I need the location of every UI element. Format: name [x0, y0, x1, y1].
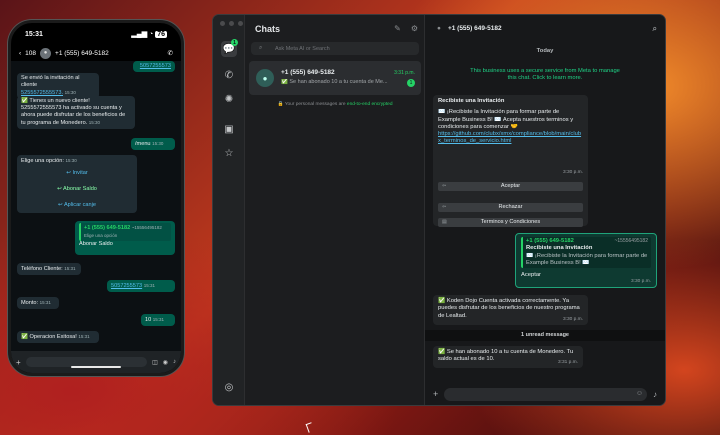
quoted-message[interactable]: +1 (555) 649-5182 ~15556495182 Recibiste… [521, 237, 651, 269]
search-icon[interactable]: ⌕ [653, 24, 657, 34]
unread-badge: 1 [407, 79, 415, 87]
system-message[interactable]: This business uses a secure service from… [465, 68, 625, 82]
plus-icon[interactable]: + [16, 358, 21, 367]
chat-preview: ✅ Se han abonado 10 a tu cuenta de Me... [281, 79, 388, 85]
list-item: 10 15:31 [141, 314, 175, 326]
chat-list-panel: Chats ✎ ⚙ ⌕ Ask Meta AI or Search ● +1 (… [245, 15, 425, 405]
terms-button[interactable]: ▤ Terminos y Condiciones [438, 218, 583, 227]
emoji-icon[interactable]: ☺ [636, 390, 643, 397]
starred-icon[interactable]: ☆ [221, 145, 237, 161]
page-title: Chats [255, 24, 281, 34]
meta-ai-icon[interactable]: ◎ [221, 379, 237, 395]
list-item: 5057255573 [133, 61, 175, 72]
list-item: ✅ Tienes un nuevo cliente! 5255572555573… [17, 96, 135, 129]
archive-icon[interactable]: ▣ [221, 121, 237, 137]
microphone-icon[interactable]: ♪ [653, 390, 657, 399]
list-item: ✅ Koden Dojo Cuenta activada correctamen… [433, 295, 588, 325]
phone-call-icon[interactable]: ✆ [168, 49, 173, 57]
menu-option[interactable]: ↩ Invitar [17, 169, 137, 177]
phone-chat-header: ‹ 108 ● +1 (555) 649-5182 ✆ [11, 45, 181, 61]
list-item: Teléfono Cliente: 15:31 [17, 263, 81, 275]
window-controls[interactable] [220, 21, 243, 26]
updates-icon[interactable]: ✺ [221, 91, 237, 107]
contact-name[interactable]: +1 (555) 649-5182 [55, 50, 164, 57]
invitation-message: Recibiste una Invitación ✉️ ¡Recibiste l… [433, 95, 588, 227]
back-count[interactable]: 108 [25, 50, 36, 57]
new-chat-icon[interactable]: ✎ [394, 24, 401, 33]
nav-rail: 💬 1 ✆ ✺ ▣ ☆ ◎ [213, 15, 245, 405]
list-item: ✅ Se han abonado 10 a tu cuenta de Moned… [433, 346, 583, 368]
conversation-title: +1 (555) 649-5182 [447, 25, 502, 32]
terms-link[interactable]: https://github.com/clubx/xmx/compliance/… [438, 131, 583, 146]
camera-icon[interactable]: ◉ [163, 359, 168, 366]
conversation-header[interactable]: ● +1 (555) 649-5182 ⌕ [425, 15, 665, 42]
microphone-icon[interactable]: ♪ [173, 359, 176, 365]
phone-battery: ▂▄▆ ◔ 76 [131, 31, 167, 38]
avatar[interactable]: ● [437, 25, 441, 32]
menu-option[interactable]: ↩ Abonar Saldo [17, 185, 137, 193]
list-item[interactable]: ● +1 (555) 649-5182 3:31 p.m. ✅ Se han a… [249, 61, 421, 95]
menu-option[interactable]: ↩ Aplicar canje [17, 201, 137, 209]
phone-message-list[interactable]: 5057255573 Se envió la invitación al cli… [11, 61, 181, 351]
status-badge: 1 [231, 39, 238, 46]
list-item: Elige una opción: 15:30 ↩ Invitar ↩ Abon… [17, 155, 137, 213]
date-separator: Today [536, 48, 554, 54]
phone-time: 15:31 [25, 30, 43, 38]
chat-name: +1 (555) 649-5182 [281, 69, 335, 76]
search-input[interactable]: ⌕ Ask Meta AI or Search [251, 42, 419, 55]
sticker-icon[interactable]: ◫ [152, 359, 158, 366]
back-icon[interactable]: ‹ [19, 50, 21, 57]
list-item: +1 (555) 649-5182 ~15556495182 Elige una … [75, 221, 175, 255]
calls-icon[interactable]: ✆ [221, 67, 237, 83]
phone-mockup: 15:31 ▂▄▆ ◔ 76 ‹ 108 ● +1 (555) 649-5182… [8, 20, 184, 376]
encryption-notice[interactable]: 🔒 Your personal messages are end-to-end … [245, 102, 425, 107]
unread-divider: 1 unread message [425, 330, 665, 341]
filter-icon[interactable]: ⚙ [411, 24, 418, 33]
phone-compose-bar: + ◫ ◉ ♪ [11, 351, 181, 373]
reject-button[interactable]: ⇦ Rechazar [438, 203, 583, 212]
list-item: Monto: 15:31 [17, 297, 59, 309]
reply-message: +1 (555) 649-5182 ~15556495182 Recibiste… [515, 233, 657, 288]
search-icon: ⌕ [259, 45, 263, 51]
home-indicator [71, 366, 121, 368]
chat-time: 3:31 p.m. [394, 70, 415, 76]
list-toolbar: ✎ ⚙ [394, 24, 418, 33]
avatar: ● [256, 69, 274, 87]
phone-status-bar: 15:31 ▂▄▆ ◔ 76 [11, 23, 181, 45]
avatar[interactable]: ● [40, 47, 52, 59]
attach-icon[interactable]: + [433, 389, 438, 399]
accept-button[interactable]: ⇦ Aceptar [438, 182, 583, 191]
list-item: /menu 15:30 [131, 138, 175, 150]
conversation-panel: ● +1 (555) 649-5182 ⌕ Today This busines… [425, 15, 665, 405]
list-item: ✅ Operacion Exitosa! 15:31 [17, 331, 99, 343]
whatsapp-desktop-window: 💬 1 ✆ ✺ ▣ ☆ ◎ Chats ✎ ⚙ ⌕ Ask Meta AI or… [212, 14, 666, 406]
list-item: 5057255573 15:31 [107, 280, 175, 292]
message-input[interactable]: ☺ [444, 387, 647, 401]
compose-bar: + ☺ ♪ [425, 383, 665, 405]
